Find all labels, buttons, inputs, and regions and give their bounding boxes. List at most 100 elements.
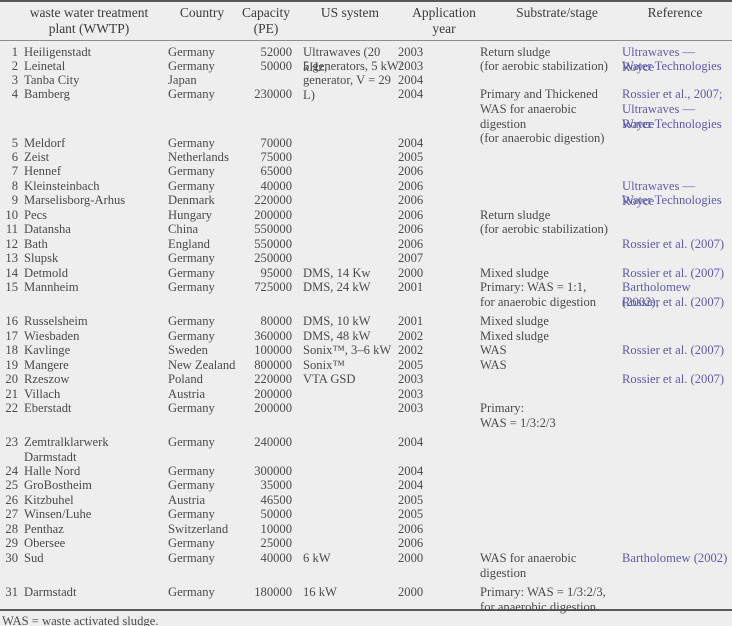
application-year: 2006 (398, 222, 424, 236)
plant-name: Mangere (24, 358, 69, 372)
application-year: 2005 (398, 150, 424, 164)
row-index: 3 (11, 73, 18, 87)
reference-value[interactable]: Rossier et al. (2007) (622, 343, 730, 358)
application-year: 2006 (398, 536, 424, 550)
plant-name: Kleinsteinbach (24, 179, 100, 193)
row-index: 2 (11, 59, 18, 73)
capacity-value: 250000 (254, 251, 292, 265)
capacity-value: 220000 (254, 193, 292, 207)
plant-name: Kitzbuhel (24, 493, 74, 507)
capacity-value: 550000 (254, 237, 292, 251)
substrate-value: Return sludge (480, 208, 551, 222)
row-index: 16 (5, 314, 18, 328)
plant-name: Rzeszow (24, 372, 70, 386)
row-index: 20 (5, 372, 18, 386)
application-year: 2000 (398, 585, 424, 599)
reference-value[interactable]: Rossier et al. (2007) (622, 372, 730, 387)
plant-name: Datansha (24, 222, 71, 236)
country-value: Japan (168, 73, 197, 87)
plant-name: Tanba City (24, 73, 80, 87)
column-header-country: Country (179, 5, 225, 20)
application-year: 2006 (398, 164, 424, 178)
application-year: 2006 (398, 522, 424, 536)
capacity-value: 550000 (254, 222, 292, 236)
substrate-value: (for aerobic stabilization) (480, 222, 608, 236)
row-index: 10 (5, 208, 18, 222)
plant-name: Obersee (24, 536, 66, 550)
capacity-value: 230000 (254, 87, 292, 101)
row-index: 26 (5, 493, 18, 507)
row-index: 17 (5, 329, 18, 343)
substrate-continuation: for anaerobic digestion (480, 600, 597, 614)
reference-value[interactable]: Rossier et al. (2007) (622, 266, 730, 281)
application-year: 2002 (398, 329, 424, 343)
capacity-value: 25000 (260, 536, 292, 550)
row-index: 25 (5, 478, 18, 492)
row-index: 27 (5, 507, 18, 521)
substrate-continuation: digestion (480, 566, 527, 580)
substrate-continuation: for anaerobic digestion (480, 295, 597, 309)
substrate-value: WAS (480, 343, 507, 357)
application-year: 2005 (398, 493, 424, 507)
us-system-value: 16 kW (303, 585, 337, 599)
capacity-value: 220000 (254, 372, 292, 386)
reference-value[interactable]: Water Technologies (622, 193, 730, 208)
capacity-value: 50000 (260, 59, 292, 73)
column-header-capacity: Capacity (PE) (242, 5, 290, 36)
plant-name: Marselisborg-Arhus (24, 193, 126, 207)
application-year: 2003 (398, 59, 424, 73)
plant-name: Mannheim (24, 280, 79, 294)
application-year: 2006 (398, 179, 424, 193)
substrate-continuation: (for anaerobic digestion) (480, 131, 605, 145)
substrate-continuation: digestion (480, 117, 527, 131)
row-index: 15 (5, 280, 18, 294)
application-year: 2004 (398, 435, 424, 449)
row-index: 5 (11, 136, 18, 150)
table-bottom-rule (0, 609, 732, 611)
substrate-continuation: WAS = 1/3:2/3 (480, 416, 556, 430)
plant-name: GroBostheim (24, 478, 92, 492)
application-year: 2006 (398, 208, 424, 222)
reference-continuation[interactable]: Rossier et al. (2007) (622, 295, 730, 310)
capacity-value: 40000 (260, 551, 292, 565)
capacity-value: 70000 (260, 136, 292, 150)
substrate-value: Primary: WAS = 1:1, (480, 280, 587, 294)
substrate-value: Return sludge (480, 45, 551, 59)
capacity-value: 46500 (260, 493, 292, 507)
reference-value[interactable]: Water Technologies (622, 59, 730, 74)
row-index: 30 (5, 551, 18, 565)
application-year: 2006 (398, 193, 424, 207)
plant-name: Russelsheim (24, 314, 88, 328)
us-system-value: Sonix™, 3–6 kW (303, 343, 392, 357)
plant-name: Hennef (24, 164, 62, 178)
capacity-value: 40000 (260, 179, 292, 193)
substrate-value: Primary: (480, 401, 525, 415)
reference-value[interactable]: Rossier et al. (2007) (622, 237, 730, 252)
table-footnote: WAS = waste activated sludge. (2, 614, 159, 626)
reference-continuation[interactable]: Water Technologies (622, 117, 730, 132)
plant-name: Winsen/Luhe (24, 507, 92, 521)
plant-name: Penthaz (24, 522, 64, 536)
plant-name: Sud (24, 551, 44, 565)
capacity-value: 80000 (260, 314, 292, 328)
capacity-value: 52000 (260, 45, 292, 59)
application-year: 2004 (398, 136, 424, 150)
reference-value[interactable]: Bartholomew (2002) (622, 551, 730, 566)
us-system-value: DMS, 48 kW (303, 329, 371, 343)
row-index: 31 (5, 585, 18, 599)
us-system-value: DMS, 24 kW (303, 280, 371, 294)
row-index: 29 (5, 536, 18, 550)
us-system-value: VTA GSD (303, 372, 356, 386)
application-year: 2003 (398, 401, 424, 415)
plant-name: Meldorf (24, 136, 66, 150)
capacity-value: 10000 (260, 522, 292, 536)
plant-name: Zemtralklarwerk Darmstadt (24, 435, 109, 464)
capacity-value: 200000 (254, 401, 292, 415)
column-header-substrate: Substrate/stage (516, 5, 598, 20)
substrate-value: Mixed sludge (480, 266, 549, 280)
application-year: 2001 (398, 280, 424, 294)
row-index: 19 (5, 358, 18, 372)
column-header-year: Application year (412, 5, 476, 36)
reference-value[interactable]: Rossier et al., 2007; (622, 87, 730, 102)
row-index: 13 (5, 251, 18, 265)
